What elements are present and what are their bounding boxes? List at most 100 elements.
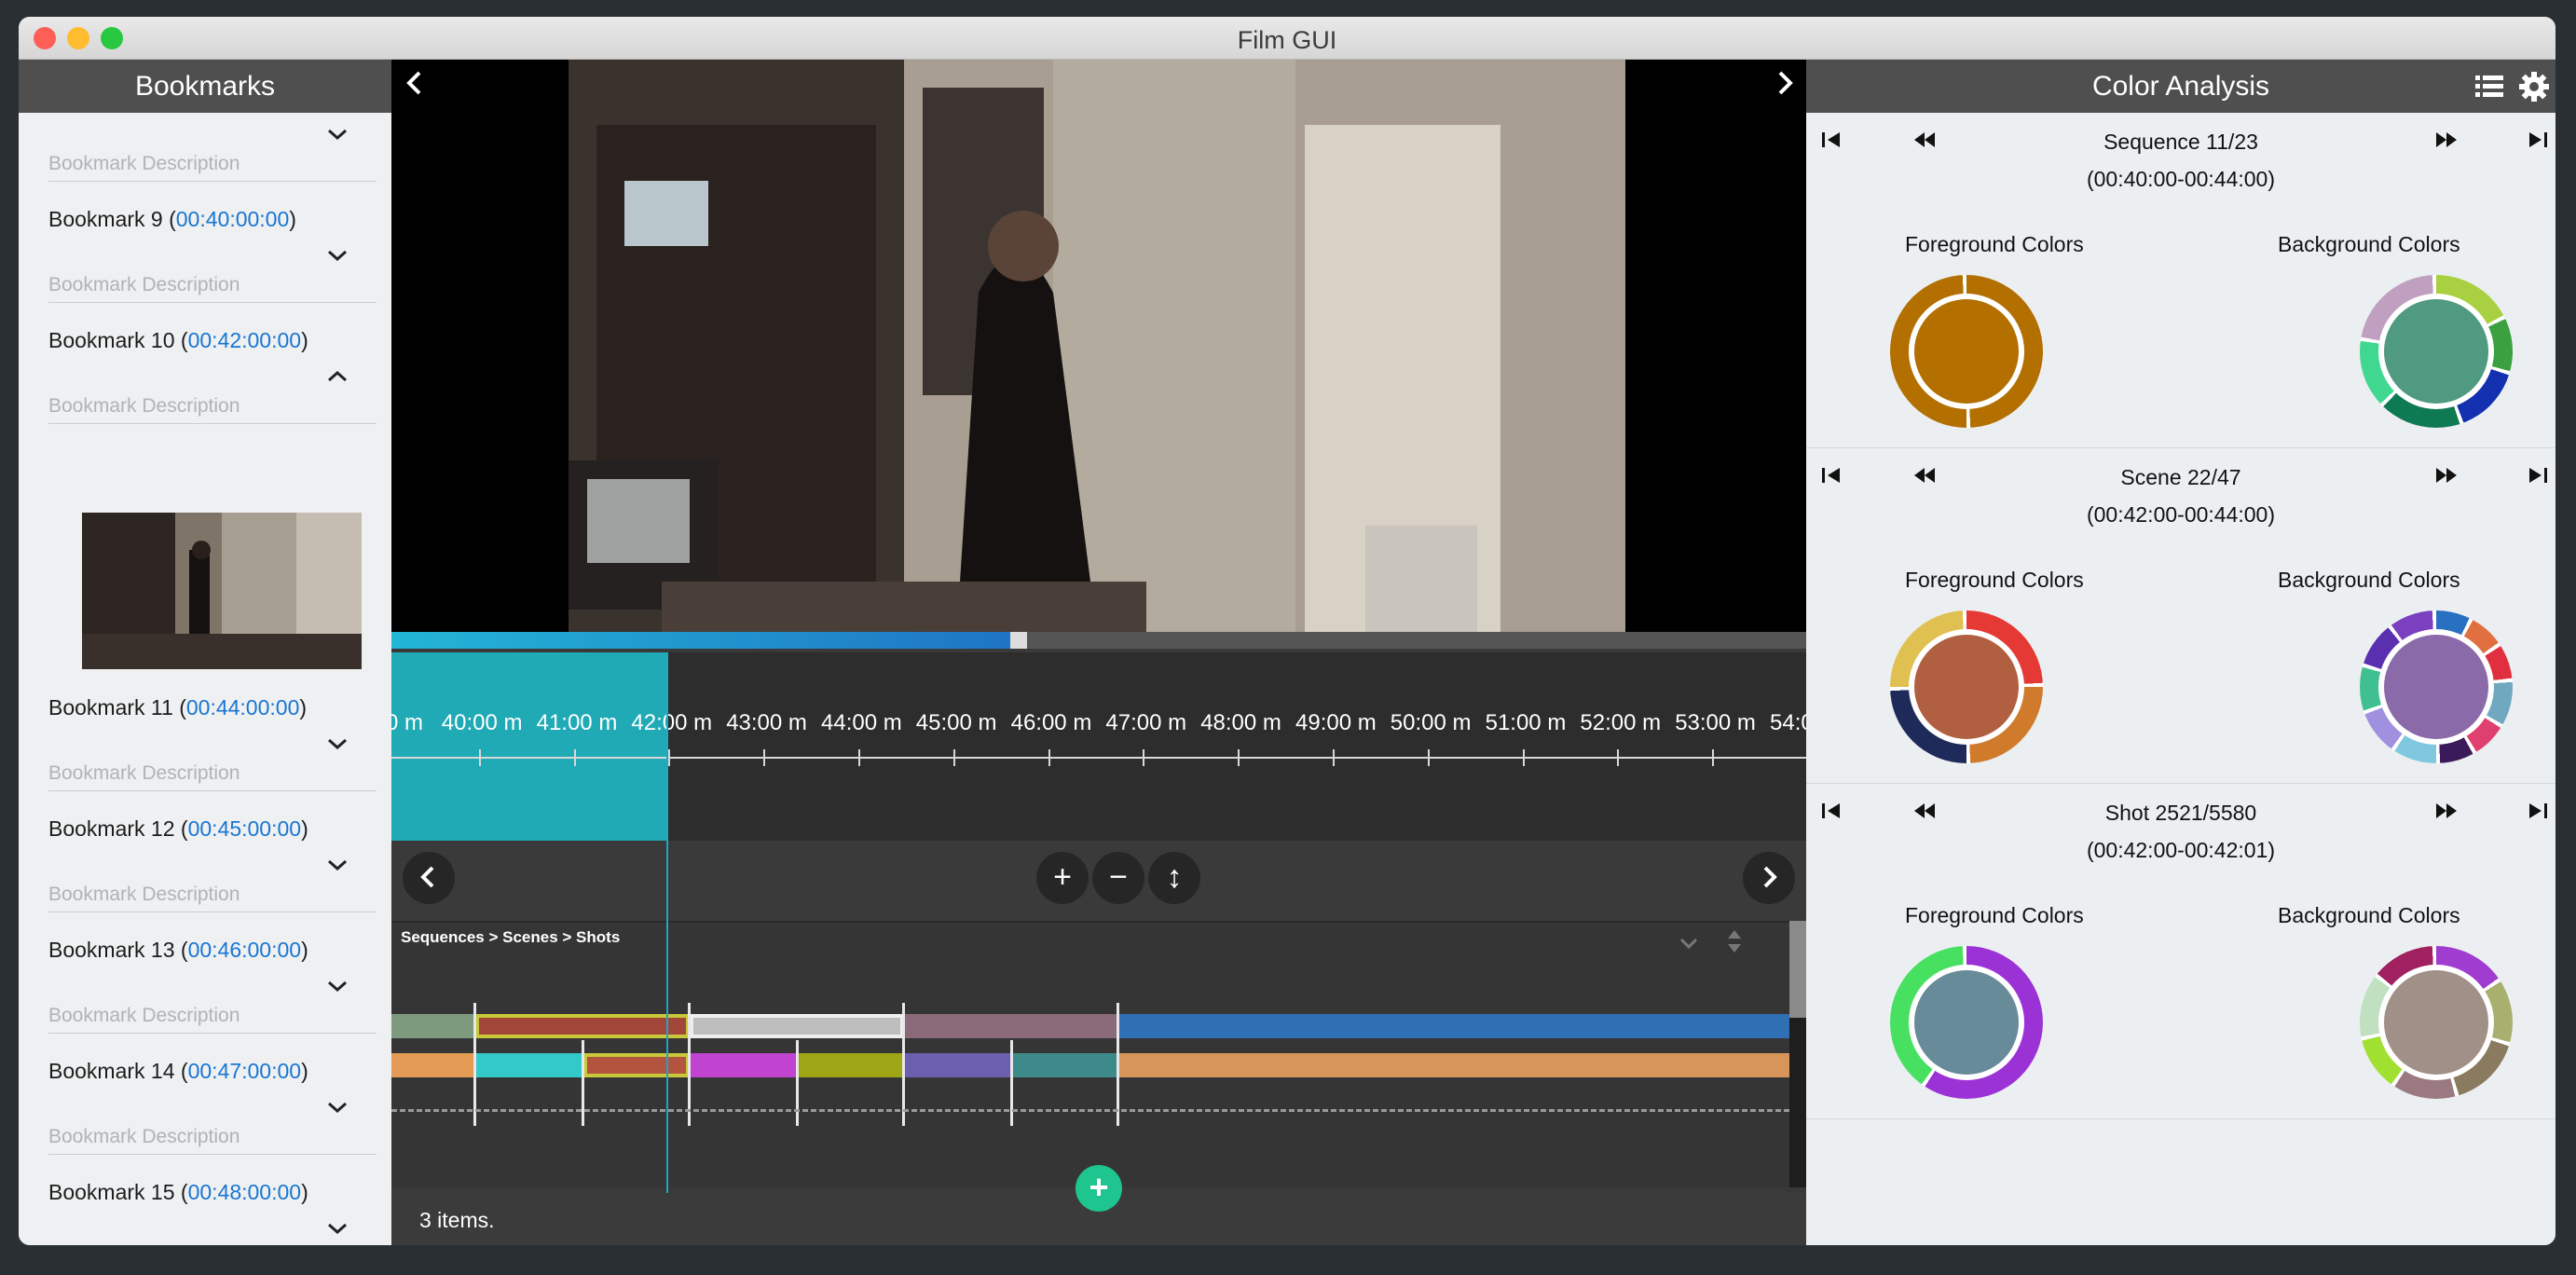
segment-boundary [688, 1003, 691, 1126]
bookmark-description-field[interactable]: Bookmark Description [48, 153, 377, 182]
bookmark-item[interactable]: Bookmark 11 (00:44:00:00) [48, 695, 307, 720]
timeline-tick-label: 49:00 m [1295, 710, 1377, 735]
segment[interactable] [1012, 1053, 1118, 1077]
timeline-tick-mark [858, 749, 860, 766]
chevron-down-icon[interactable] [326, 1096, 349, 1118]
chevron-down-icon[interactable] [326, 975, 349, 997]
next-frame-icon[interactable] [1771, 67, 1799, 99]
background-colors-label: Background Colors [2278, 232, 2460, 256]
scroll-right-button[interactable] [1743, 852, 1795, 904]
segment[interactable] [1118, 1014, 1789, 1038]
background-color-wheel[interactable] [2360, 275, 2513, 428]
foreground-color-wheel[interactable] [1890, 275, 2043, 428]
foreground-color-wheel[interactable] [1890, 946, 2043, 1099]
add-segment-button[interactable]: + [1076, 1165, 1122, 1212]
tracks-scrollbar[interactable] [1789, 921, 1806, 1187]
bookmark-item[interactable]: Bookmark 12 (00:45:00:00) [48, 816, 308, 842]
progress-handle[interactable] [1009, 632, 1027, 649]
timeline-tick-label: 43:00 m [726, 710, 807, 735]
color-section: Sequence 11/23 (00:40:00-00:44:00) Foregro… [1806, 113, 2555, 448]
sort-icon[interactable] [1726, 928, 1743, 954]
segment[interactable] [475, 1053, 583, 1077]
zoom-out-button[interactable]: − [1092, 852, 1144, 904]
dominant-color [2384, 299, 2488, 404]
bookmark-item[interactable]: Bookmark 14 (00:47:00:00) [48, 1059, 308, 1084]
foreground-color-wheel[interactable] [1890, 610, 2043, 763]
timeline-tick-label: 45:00 m [915, 710, 997, 735]
bookmark-description-field[interactable]: Bookmark Description [48, 274, 377, 303]
chevron-down-icon[interactable] [326, 1217, 349, 1240]
segment[interactable] [798, 1053, 904, 1077]
video-viewer[interactable] [391, 60, 1806, 639]
timeline-ruler[interactable]: 0 m 40:00 m 41:00 m 42:00 m 43:00 m 44:00 m 45… [391, 652, 1806, 841]
timeline-tick-label: 0 m [391, 710, 424, 735]
segment[interactable] [1118, 1053, 1789, 1077]
chevron-down-icon[interactable] [326, 854, 349, 876]
segment-boundary [1010, 1040, 1013, 1126]
bookmark-timecode-link[interactable]: 00:47:00:00 [188, 1059, 302, 1083]
dominant-color [1914, 299, 2019, 404]
title-bar: Film GUI [19, 17, 2555, 60]
timeline-tick-label: 47:00 m [1105, 710, 1187, 735]
timeline-tick-mark [1333, 749, 1335, 766]
bookmark-thumbnail[interactable] [82, 513, 362, 669]
item-count: 3 items. [419, 1208, 495, 1232]
segment[interactable] [690, 1014, 904, 1038]
scroll-left-button[interactable] [403, 852, 455, 904]
background-color-wheel[interactable] [2360, 946, 2513, 1099]
section-title: Shot 2521/5580 [2104, 801, 2257, 825]
bookmark-timecode-link[interactable]: 00:40:00:00 [176, 207, 290, 231]
bookmark-timecode-link[interactable]: 00:48:00:00 [188, 1180, 302, 1204]
bookmark-item[interactable]: Bookmark 15 (00:48:00:00) [48, 1180, 308, 1205]
bookmark-item[interactable]: Bookmark 9 (00:40:00:00) [48, 207, 296, 232]
timeline-tick-mark [1427, 749, 1430, 766]
segment[interactable] [904, 1014, 1118, 1038]
playhead[interactable] [666, 652, 668, 1199]
bookmark-description-field[interactable]: Bookmark Description [48, 395, 377, 424]
segment[interactable] [690, 1053, 798, 1077]
segment-selected[interactable] [475, 1014, 690, 1038]
segment-tracks[interactable]: Sequences > Scenes > Shots [391, 921, 1789, 1187]
plus-icon: + [1053, 859, 1072, 895]
timeline-tick-mark [952, 749, 955, 766]
segment-boundary [582, 1040, 584, 1126]
zoom-in-button[interactable]: + [1036, 852, 1089, 904]
background-color-wheel[interactable] [2360, 610, 2513, 763]
timeline-tick-label: 51:00 m [1485, 710, 1567, 735]
segment[interactable] [391, 1053, 475, 1077]
bookmark-timecode-link[interactable]: 00:44:00:00 [186, 695, 300, 720]
segment[interactable] [904, 1053, 1012, 1077]
bookmark-description-field[interactable]: Bookmark Description [48, 884, 377, 912]
chevron-down-icon[interactable] [1678, 932, 1700, 954]
bookmark-timecode-link[interactable]: 00:45:00:00 [188, 816, 302, 841]
empty-track-line [391, 1109, 1789, 1112]
segment-boundary [902, 1003, 905, 1126]
fit-height-button[interactable]: ↕ [1148, 852, 1200, 904]
bookmark-description-field[interactable]: Bookmark Description [48, 1126, 377, 1155]
bookmark-timecode-link[interactable]: 00:46:00:00 [188, 938, 302, 962]
timeline-tick-label: 46:00 m [1010, 710, 1092, 735]
gear-icon[interactable] [2518, 71, 2550, 103]
bookmark-description-field[interactable]: Bookmark Description [48, 762, 377, 791]
timeline-tick-mark [478, 749, 481, 766]
bookmark-item[interactable]: Bookmark 13 (00:46:00:00) [48, 938, 308, 963]
previous-frame-icon[interactable] [401, 67, 429, 99]
list-view-icon[interactable] [2475, 75, 2503, 99]
chevron-right-icon [1763, 866, 1777, 888]
timeline-tick-mark [1712, 749, 1715, 766]
bookmark-item[interactable]: Bookmark 10 (00:42:00:00) [48, 328, 308, 353]
chevron-down-icon[interactable] [326, 733, 349, 755]
segment-selected[interactable] [583, 1053, 690, 1077]
chevron-down-icon[interactable] [326, 123, 349, 145]
timeline-tick-label: 40:00 m [441, 710, 523, 735]
color-analysis-title: Color Analysis [2091, 71, 2270, 102]
bookmark-description-field[interactable]: Bookmark Description [48, 1005, 377, 1034]
timeline-tick-label: 42:00 m [631, 710, 713, 735]
playback-progress-bar[interactable] [391, 632, 1806, 649]
chevron-down-icon[interactable] [326, 244, 349, 267]
scrollbar-thumb[interactable] [1789, 921, 1806, 1018]
timeline-tick-mark [668, 749, 671, 766]
chevron-up-icon[interactable] [326, 365, 349, 388]
bookmark-timecode-link[interactable]: 00:42:00:00 [188, 328, 302, 352]
segment[interactable] [391, 1014, 475, 1038]
